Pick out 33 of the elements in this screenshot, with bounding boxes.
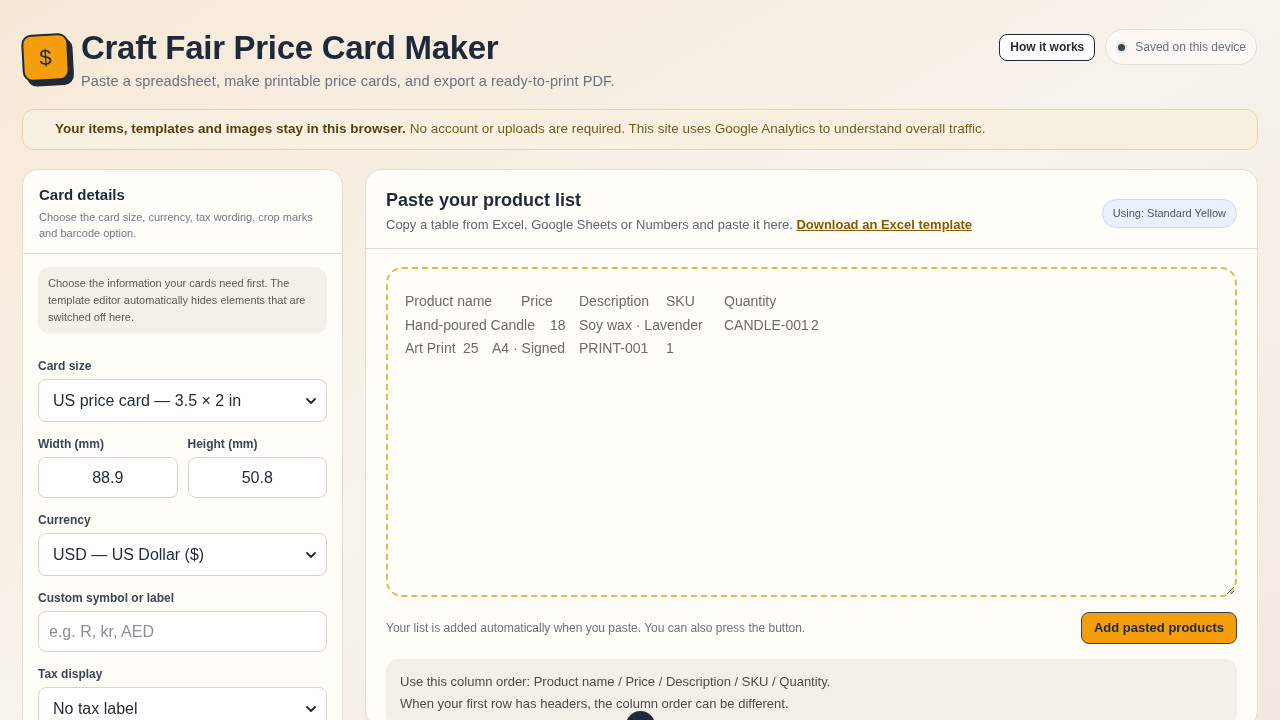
- how-it-works-button[interactable]: How it works: [999, 33, 1096, 61]
- number-input[interactable]: 88.9: [38, 457, 178, 498]
- paste-textarea[interactable]: Product name Price Description SKU Quantity Hand-poured Candle 18 Soy wax · Lavender CANDLE-001 2 Art Print 25 A4 · Signed PRINT-001 1: [386, 267, 1237, 597]
- excel-template-link[interactable]: Download an Excel template: [796, 217, 972, 232]
- add-products-button[interactable]: Add pasted products: [1081, 612, 1237, 644]
- select-field[interactable]: US price card — 3.5 × 2 in: [38, 379, 327, 422]
- field-label: Width (mm): [38, 436, 105, 452]
- info-line: When your first row has headers, the column order can be different.: [400, 696, 790, 712]
- template-badge: Using: Standard Yellow: [1101, 199, 1237, 228]
- text-input[interactable]: e.g. R, kr, AED: [38, 611, 327, 652]
- paste-hint: Your list is added automatically when you paste. You can also press the button.: [386, 620, 806, 637]
- privacy-notice: Your items, templates and images stay in this browser. No account or uploads are required. This site uses Google Analytics to understand overall traffic.: [22, 109, 1258, 150]
- chevron-down-icon: [306, 551, 316, 558]
- logo-icon: $: [20, 32, 71, 83]
- panel-description: Copy a table from Excel, Google Sheets or Numbers and paste it here. Download an Excel template: [386, 216, 972, 234]
- panel-title: Card details: [39, 186, 126, 204]
- select-field[interactable]: USD — US Dollar ($): [38, 533, 327, 576]
- field-label: Card size: [38, 358, 93, 374]
- info-note: Choose the information your cards need first. The template editor automatically hides elements that are switched off here.: [38, 267, 327, 334]
- field-label: Custom symbol or label: [38, 590, 176, 606]
- number-input[interactable]: 50.8: [187, 457, 327, 498]
- app-title: Craft Fair Price Card Maker: [81, 33, 500, 63]
- status-label: Saved on this device: [1135, 39, 1246, 56]
- info-line: Use this column order: Product name / Price / Description / SKU / Quantity.: [400, 674, 832, 690]
- field-label: Tax display: [38, 666, 104, 682]
- select-field[interactable]: No tax label: [38, 687, 327, 720]
- panel-title: Paste your product list: [386, 189, 583, 211]
- app-subtitle: Paste a spreadsheet, make printable price cards, and export a ready-to-print PDF.: [81, 72, 615, 90]
- panel-description: Choose the card size, currency, tax wording, crop marks and barcode option.: [39, 210, 314, 241]
- field-label: Height (mm): [187, 436, 259, 452]
- field-label: Currency: [38, 512, 92, 528]
- chevron-down-icon: [306, 397, 316, 404]
- chevron-down-icon: [306, 705, 316, 712]
